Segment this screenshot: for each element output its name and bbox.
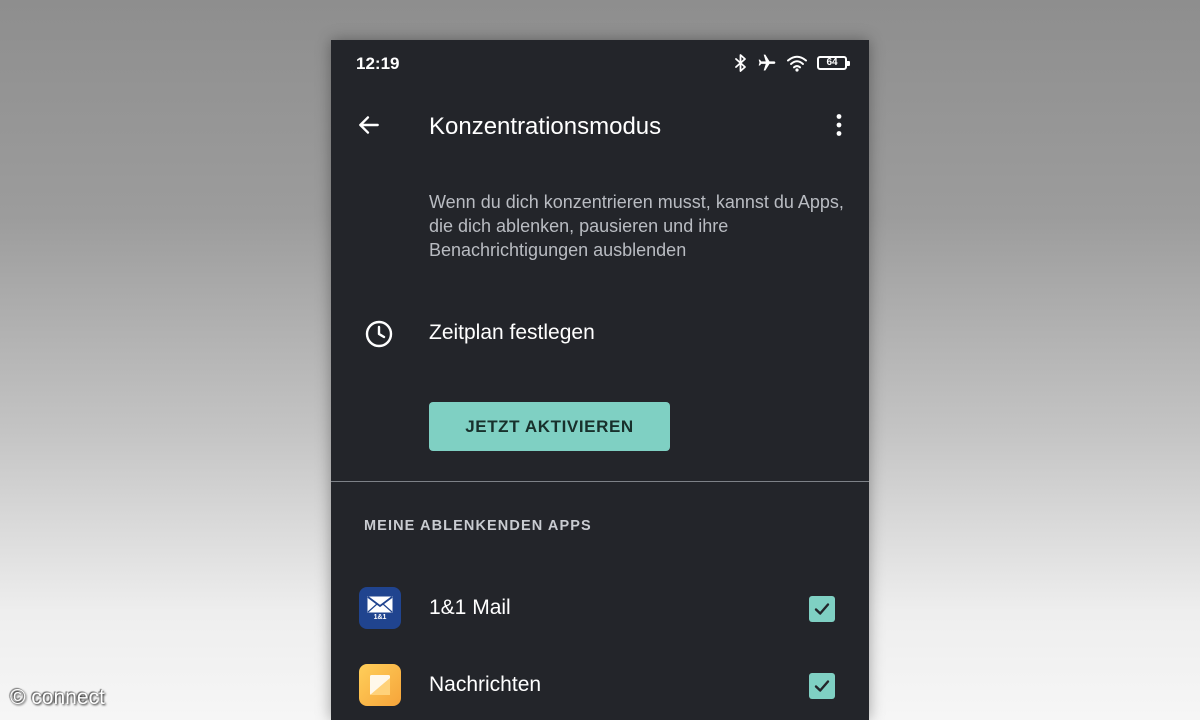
battery-level: 64 [826, 57, 838, 68]
description-text: Wenn du dich konzentrieren musst, kannst… [429, 192, 844, 260]
battery-icon: 64 [817, 56, 850, 70]
app-checkbox[interactable] [809, 673, 835, 699]
battery-tip [847, 61, 850, 66]
app-label: 1&1 Mail [429, 596, 511, 619]
phone-screen: 12:19 64 Konzentrationsmodus Wenn du dic… [331, 40, 869, 720]
arrow-back-icon [356, 112, 382, 143]
check-icon [814, 680, 830, 692]
divider [331, 481, 869, 482]
status-icons: 64 [734, 52, 850, 74]
section-header: MEINE ABLENKENDEN APPS [364, 518, 592, 534]
more-options-button[interactable] [825, 110, 853, 144]
status-bar: 12:19 64 [331, 40, 869, 88]
status-time: 12:19 [356, 54, 400, 73]
envelope-icon [367, 595, 393, 612]
activate-now-button[interactable]: JETZT AKTIVIEREN [429, 402, 670, 451]
check-icon [814, 603, 830, 615]
messages-app-icon [359, 664, 401, 706]
watermark: © connect [10, 686, 105, 709]
schedule-label: Zeitplan festlegen [429, 321, 595, 344]
schedule-row[interactable]: Zeitplan festlegen [331, 304, 869, 364]
bluetooth-icon [734, 53, 748, 73]
mail-app-icon: 1&1 [359, 587, 401, 629]
app-row-1und1-mail[interactable]: 1&1 1&1 Mail [331, 579, 869, 639]
back-button[interactable] [351, 110, 387, 144]
news-page-icon [370, 675, 390, 695]
app-checkbox[interactable] [809, 596, 835, 622]
wifi-icon [786, 54, 808, 72]
more-vert-icon [836, 113, 842, 142]
airplane-mode-icon [757, 53, 777, 73]
clock-icon [364, 319, 394, 354]
page-title: Konzentrationsmodus [429, 113, 662, 140]
app-label: Nachrichten [429, 673, 542, 696]
app-row-nachrichten[interactable]: Nachrichten [331, 656, 869, 716]
mail-icon-badge: 1&1 [373, 613, 387, 621]
